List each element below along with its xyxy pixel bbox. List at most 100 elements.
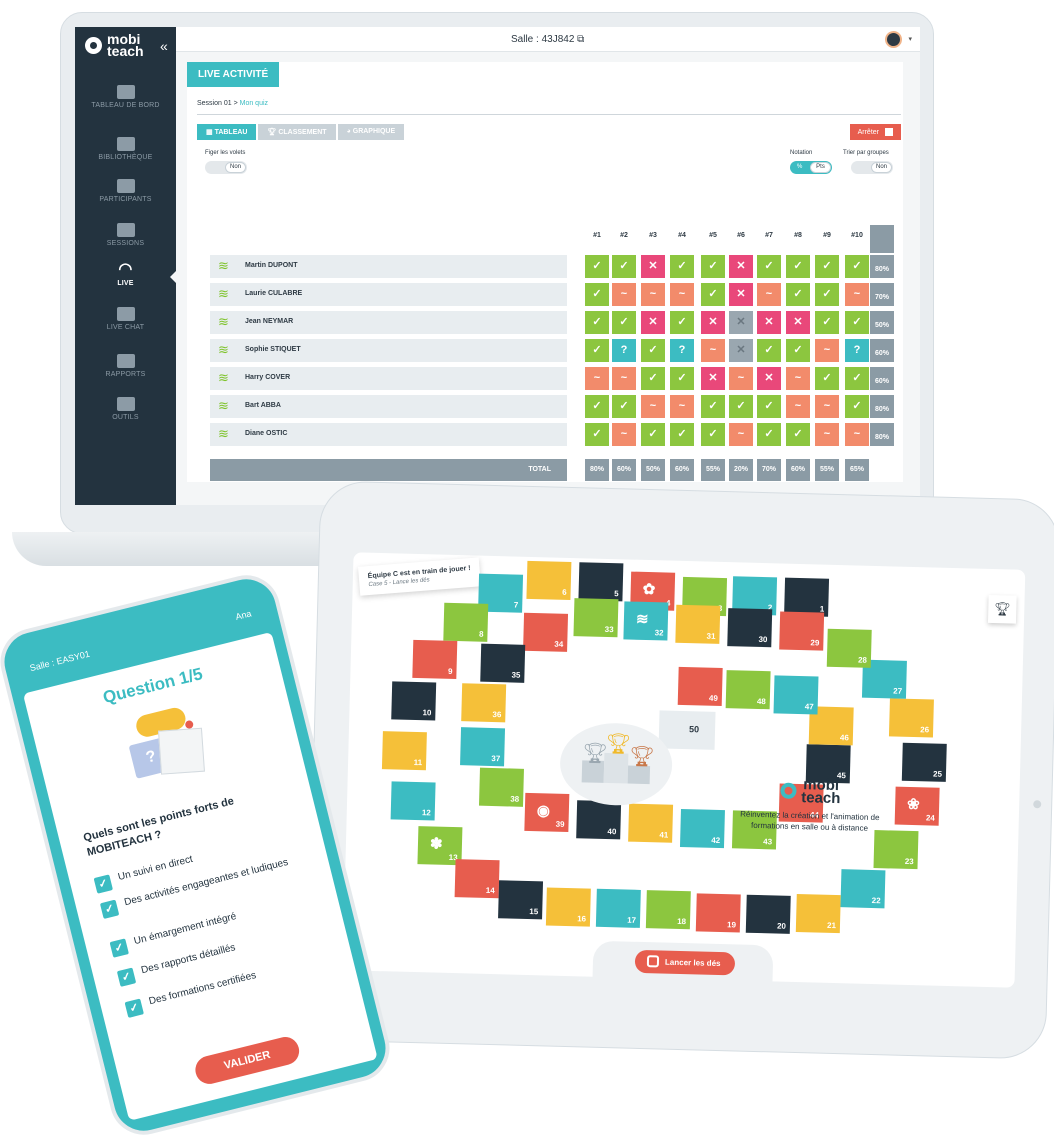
freeze-toggle[interactable]: Non xyxy=(205,161,247,174)
correct-icon[interactable]: ✓ xyxy=(670,255,694,278)
correct-icon[interactable]: ✓ xyxy=(786,339,810,362)
partial-icon[interactable]: ~ xyxy=(845,423,869,446)
sidebar-item-bibliothèque[interactable]: BIBLIOTHÈQUE xyxy=(75,137,176,161)
sidebar-item-participants[interactable]: PARTICIPANTS xyxy=(75,179,176,203)
correct-icon[interactable]: ✓ xyxy=(845,395,869,418)
correct-icon[interactable]: ✓ xyxy=(585,255,609,278)
correct-icon[interactable]: ✓ xyxy=(701,283,725,306)
trophy-icon[interactable]: 🏆︎ xyxy=(987,594,1017,624)
correct-icon[interactable]: ✓ xyxy=(670,367,694,390)
sidebar-item-rapports[interactable]: RAPPORTS xyxy=(75,354,176,378)
participant-row[interactable]: ≋ Jean NEYMAR xyxy=(210,311,567,334)
correct-icon[interactable]: ✓ xyxy=(845,311,869,334)
correct-icon[interactable]: ✓ xyxy=(757,395,781,418)
wrong-icon[interactable]: ✕ xyxy=(641,255,665,278)
partial-icon[interactable]: ~ xyxy=(815,423,839,446)
partial-icon[interactable]: ~ xyxy=(585,367,609,390)
partial-icon[interactable]: ~ xyxy=(641,395,665,418)
correct-icon[interactable]: ✓ xyxy=(729,395,753,418)
correct-icon[interactable]: ✓ xyxy=(585,311,609,334)
notation-toggle[interactable]: % Pts xyxy=(790,161,832,174)
correct-icon[interactable]: ✓ xyxy=(815,255,839,278)
sidebar-item-tableau-de-bord[interactable]: TABLEAU DE BORD xyxy=(75,85,176,109)
wrong-icon[interactable]: ✕ xyxy=(786,311,810,334)
sidebar-item-outils[interactable]: OUTILS xyxy=(75,397,176,421)
sidebar-item-sessions[interactable]: SESSIONS xyxy=(75,223,176,247)
room-code[interactable]: Salle : 43J842 ⧉ xyxy=(511,34,584,45)
correct-icon[interactable]: ✓ xyxy=(585,423,609,446)
app-logo[interactable]: mobi teach xyxy=(85,32,144,58)
partial-icon[interactable]: ~ xyxy=(670,283,694,306)
partial-icon[interactable]: ~ xyxy=(612,283,636,306)
correct-icon[interactable]: ✓ xyxy=(670,423,694,446)
wrong-icon[interactable]: ✕ xyxy=(641,311,665,334)
roll-dice-button[interactable]: Lancer les dés xyxy=(634,949,735,976)
checkbox-checked-icon[interactable]: ✓ xyxy=(109,938,129,958)
partial-icon[interactable]: ~ xyxy=(845,283,869,306)
wrong-icon[interactable]: ✕ xyxy=(729,255,753,278)
partial-icon[interactable]: ~ xyxy=(641,283,665,306)
participant-row[interactable]: ≋ Sophie STIQUET xyxy=(210,339,567,362)
correct-icon[interactable]: ✓ xyxy=(585,283,609,306)
collapse-sidebar-button[interactable]: « xyxy=(160,38,168,54)
tab-classement[interactable]: 🏆︎ CLASSEMENT xyxy=(258,124,336,140)
correct-icon[interactable]: ✓ xyxy=(701,423,725,446)
partial-icon[interactable]: ~ xyxy=(786,367,810,390)
correct-icon[interactable]: ✓ xyxy=(757,255,781,278)
submit-button[interactable]: VALIDER xyxy=(192,1034,303,1087)
sidebar-item-live[interactable]: ◠ LIVE xyxy=(75,262,176,288)
correct-icon[interactable]: ✓ xyxy=(845,367,869,390)
partial-icon[interactable]: ~ xyxy=(729,423,753,446)
correct-icon[interactable]: ✓ xyxy=(786,423,810,446)
participant-row[interactable]: ≋ Bart ABBA xyxy=(210,395,567,418)
checkbox-checked-icon[interactable]: ✓ xyxy=(99,899,120,919)
correct-icon[interactable]: ✓ xyxy=(786,283,810,306)
participant-row[interactable]: ≋ Harry COVER xyxy=(210,367,567,390)
checkbox-checked-icon[interactable]: ✓ xyxy=(116,967,137,987)
checkbox-checked-icon[interactable]: ✓ xyxy=(124,998,144,1018)
correct-icon[interactable]: ✓ xyxy=(612,255,636,278)
sidebar-item-live-chat[interactable]: LIVE CHAT xyxy=(75,307,176,331)
unknown-icon[interactable]: ? xyxy=(612,339,636,362)
tab-graphique[interactable]: ◕ GRAPHIQUE xyxy=(337,124,405,140)
chevron-down-icon[interactable]: ▾ xyxy=(908,35,912,43)
partial-icon[interactable]: ~ xyxy=(701,339,725,362)
participant-row[interactable]: ≋ Martin DUPONT xyxy=(210,255,567,278)
correct-icon[interactable]: ✓ xyxy=(612,395,636,418)
correct-icon[interactable]: ✓ xyxy=(845,255,869,278)
partial-icon[interactable]: ~ xyxy=(612,423,636,446)
participant-row[interactable]: ≋ Diane OSTIC xyxy=(210,423,567,446)
correct-icon[interactable]: ✓ xyxy=(815,283,839,306)
correct-icon[interactable]: ✓ xyxy=(815,367,839,390)
correct-icon[interactable]: ✓ xyxy=(757,339,781,362)
correct-icon[interactable]: ✓ xyxy=(641,423,665,446)
copy-icon[interactable]: ⧉ xyxy=(577,34,584,45)
unknown-icon[interactable]: ? xyxy=(670,339,694,362)
stop-button[interactable]: Arrêter xyxy=(849,124,901,140)
checkbox-checked-icon[interactable]: ✓ xyxy=(93,874,114,894)
partial-icon[interactable]: ~ xyxy=(815,395,839,418)
wrong-icon[interactable]: ✕ xyxy=(729,283,753,306)
partial-icon[interactable]: ~ xyxy=(757,283,781,306)
participant-row[interactable]: ≋ Laurie CULABRE xyxy=(210,283,567,306)
partial-icon[interactable]: ~ xyxy=(815,339,839,362)
tab-tableau[interactable]: ▦ TABLEAU xyxy=(197,124,257,140)
group-toggle[interactable]: Non xyxy=(851,161,893,174)
correct-icon[interactable]: ✓ xyxy=(641,339,665,362)
correct-icon[interactable]: ✓ xyxy=(612,311,636,334)
partial-icon[interactable]: ~ xyxy=(670,395,694,418)
wrong-icon[interactable]: ✕ xyxy=(757,367,781,390)
unknown-icon[interactable]: ? xyxy=(845,339,869,362)
partial-icon[interactable]: ~ xyxy=(729,367,753,390)
correct-icon[interactable]: ✓ xyxy=(641,367,665,390)
correct-icon[interactable]: ✓ xyxy=(701,395,725,418)
partial-icon[interactable]: ~ xyxy=(612,367,636,390)
user-avatar[interactable] xyxy=(885,31,902,48)
correct-icon[interactable]: ✓ xyxy=(757,423,781,446)
no-answer-icon[interactable]: ✕ xyxy=(729,339,753,362)
correct-icon[interactable]: ✓ xyxy=(585,395,609,418)
breadcrumb-link[interactable]: Mon quiz xyxy=(240,100,268,107)
no-answer-icon[interactable]: ✕ xyxy=(729,311,753,334)
wrong-icon[interactable]: ✕ xyxy=(701,311,725,334)
correct-icon[interactable]: ✓ xyxy=(815,311,839,334)
